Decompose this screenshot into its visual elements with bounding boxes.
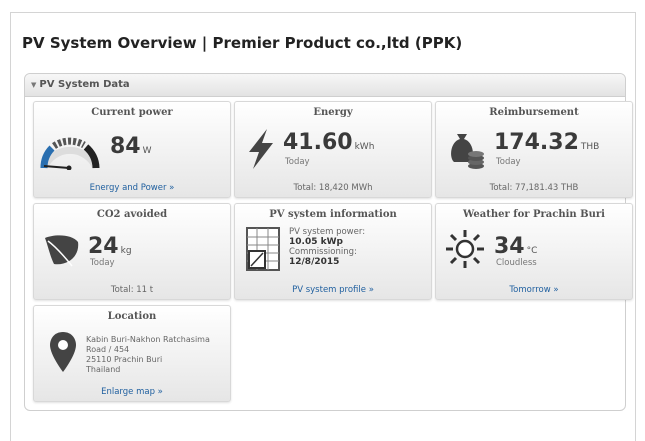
co2-total: Total: 11 t (110, 285, 154, 295)
tile-title: Energy (313, 107, 353, 118)
address-line: Kabin Buri-Nakhon Ratchasima (86, 335, 210, 344)
commissioning-label: Commissioning: (289, 247, 357, 257)
reimbursement-unit: THB (580, 142, 600, 152)
address-line: Thailand (86, 365, 121, 374)
current-power-value: 84 W (110, 136, 152, 158)
tomorrow-link[interactable]: Tomorrow » (436, 285, 632, 295)
reimbursement-number: 174.32 (494, 130, 579, 155)
temperature-value: 34 °C (494, 236, 537, 258)
tile-title: Weather for Prachin Buri (463, 209, 605, 220)
current-power-unit: W (142, 146, 152, 156)
pv-power-label: PV system power: (289, 227, 366, 237)
sun-icon (446, 230, 484, 268)
energy-number: 41.60 (283, 130, 353, 155)
panel-header[interactable]: ▼ PV System Data (25, 74, 625, 97)
co2-value: 24 kg (88, 236, 132, 258)
tile-title: CO2 avoided (96, 209, 168, 220)
tile-title: Reimbursement (489, 107, 579, 118)
pv-power-value: 10.05 kWp (289, 237, 343, 247)
co2-period: Today (90, 258, 115, 268)
leaf-icon (45, 235, 79, 267)
energy-value: 41.60 kWh (283, 132, 374, 154)
temperature-number: 34 (494, 234, 525, 259)
enlarge-map-link[interactable]: Enlarge map » (34, 387, 230, 397)
pv-system-profile-link[interactable]: PV system profile » (235, 285, 431, 295)
tile-reimbursement: Reimbursement 174.32 THB Today Total: 77,… (435, 101, 633, 198)
collapse-triangle-icon[interactable]: ▼ (31, 74, 36, 96)
money-bag-icon (451, 134, 484, 169)
pv-system-details: PV system power: 10.05 kWp Commissioning… (289, 227, 365, 267)
co2-unit: kg (120, 246, 132, 256)
address-line: 25110 Prachin Buri (86, 355, 163, 364)
tile-title: Current power (91, 107, 173, 118)
page-title: PV System Overview | Premier Product co.… (22, 34, 463, 52)
solar-panel-icon (246, 227, 280, 271)
gauge-icon (40, 137, 100, 170)
panel-header-label: PV System Data (39, 79, 130, 90)
tile-current-power: Current power 84 W Energy and Power » (33, 101, 231, 198)
location-address: Kabin Buri-Nakhon Ratchasima Road / 454 … (86, 335, 210, 375)
energy-unit: kWh (354, 142, 375, 152)
reimbursement-value: 174.32 THB (494, 132, 599, 154)
reimbursement-period: Today (496, 157, 521, 167)
address-line: Road / 454 (86, 345, 130, 354)
lightning-icon (249, 129, 273, 169)
energy-total: Total: 18,420 MWh (293, 183, 373, 193)
current-power-number: 84 (110, 134, 141, 159)
tile-location: Location Kabin Buri-Nakhon Ratchasima Ro… (33, 305, 231, 402)
commissioning-value: 12/8/2015 (289, 257, 340, 267)
pv-system-data-panel: ▼ PV System Data Current power 84 W Energ… (24, 73, 633, 411)
energy-period: Today (285, 157, 310, 167)
tile-energy: Energy 41.60 kWh Today Total: 18,420 MWh (234, 101, 432, 198)
weather-condition: Cloudless (496, 258, 537, 268)
tile-title: Location (107, 311, 157, 322)
map-pin-icon (50, 332, 76, 372)
tile-weather: Weather for Prachin Buri 34 °C Cloudless … (435, 203, 633, 300)
energy-and-power-link[interactable]: Energy and Power » (34, 183, 230, 193)
reimbursement-total: Total: 77,181.43 THB (489, 183, 579, 193)
temperature-unit: °C (526, 246, 538, 256)
tile-title: PV system information (269, 209, 397, 220)
tile-co2-avoided: CO2 avoided 24 kg Today Total: 11 t (33, 203, 231, 300)
co2-number: 24 (88, 234, 119, 259)
tile-pv-system-information: PV system information PV system power: 1… (234, 203, 432, 300)
